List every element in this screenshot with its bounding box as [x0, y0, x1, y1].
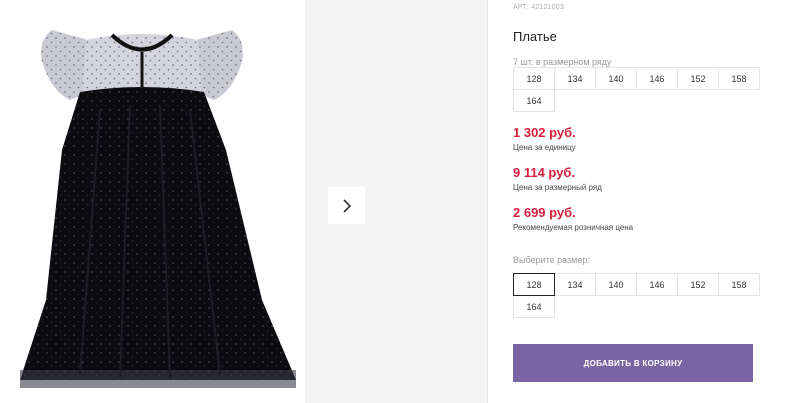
- divider: [487, 0, 488, 403]
- series-size: 146: [636, 67, 678, 90]
- size-picker-label: Выберите размер:: [513, 255, 590, 265]
- series-size: 158: [718, 67, 760, 90]
- size-option-140[interactable]: 140: [595, 273, 637, 296]
- size-option-134[interactable]: 134: [554, 273, 596, 296]
- retail-price: 2 699 руб.: [513, 205, 576, 220]
- size-picker: 128 134 140 146 152 158 164: [513, 273, 760, 318]
- size-option-164[interactable]: 164: [513, 295, 555, 318]
- series-size: 140: [595, 67, 637, 90]
- article-number: АРТ: 42121003: [513, 4, 564, 11]
- chevron-right-icon: [342, 198, 351, 213]
- series-size: 128: [513, 67, 555, 90]
- unit-price: 1 302 руб.: [513, 125, 576, 140]
- series-price: 9 114 руб.: [513, 165, 576, 180]
- size-option-158[interactable]: 158: [718, 273, 760, 296]
- series-sizes: 128 134 140 146 152 158 164: [513, 67, 760, 112]
- dress-image: [20, 30, 296, 388]
- series-size: 164: [513, 89, 555, 112]
- size-option-146[interactable]: 146: [636, 273, 678, 296]
- series-price-label: Цена за размерный ряд: [513, 183, 602, 192]
- series-size: 134: [554, 67, 596, 90]
- product-title: Платье: [513, 29, 557, 44]
- add-to-cart-button[interactable]: ДОБАВИТЬ В КОРЗИНУ: [513, 344, 753, 382]
- size-option-128[interactable]: 128: [513, 273, 555, 296]
- next-image-button[interactable]: [328, 187, 365, 224]
- size-option-152[interactable]: 152: [677, 273, 719, 296]
- retail-price-label: Рекомендуемая розничная цена: [513, 223, 634, 232]
- unit-price-label: Цена за единицу: [513, 143, 576, 152]
- product-image: [0, 0, 305, 403]
- series-size: 152: [677, 67, 719, 90]
- series-note: 7 шт. в размерном ряду: [513, 57, 612, 67]
